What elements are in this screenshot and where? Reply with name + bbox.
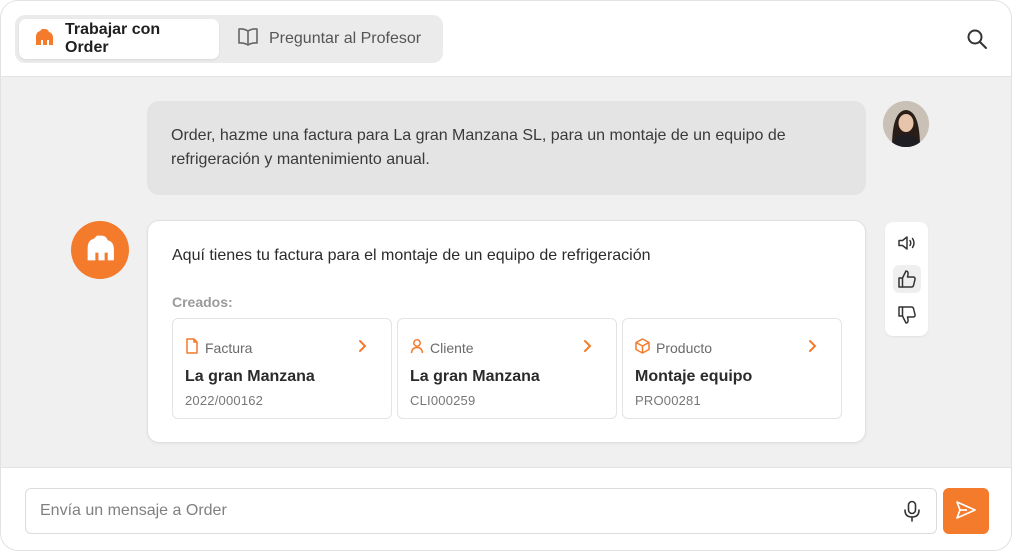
message-input[interactable] (25, 488, 937, 534)
item-code: CLI000259 (410, 393, 476, 408)
created-item-producto[interactable]: Producto Montaje equipo PRO00281 (622, 318, 842, 419)
tab-preguntar-al-profesor[interactable]: Preguntar al Profesor (223, 19, 435, 59)
thumbs-up-icon[interactable] (893, 265, 921, 293)
order-bot-avatar (71, 221, 129, 279)
book-icon (237, 27, 259, 52)
item-title: Montaje equipo (635, 368, 753, 385)
mode-tabs: Trabajar con Order Preguntar al Profesor (15, 15, 443, 63)
user-icon (410, 338, 424, 357)
top-bar: Trabajar con Order Preguntar al Profesor (1, 1, 1011, 77)
microphone-icon[interactable] (901, 500, 923, 522)
item-type: Cliente (410, 338, 474, 357)
item-title: La gran Manzana (410, 368, 540, 385)
created-item-factura[interactable]: Factura La gran Manzana 2022/000162 (172, 318, 392, 419)
user-avatar (883, 101, 929, 147)
created-label: Creados: (172, 294, 233, 310)
bot-message-text: Aquí tienes tu factura para el montaje d… (172, 247, 651, 264)
item-type: Factura (185, 338, 252, 357)
item-code: 2022/000162 (185, 393, 264, 408)
tab-trabajar-con-order[interactable]: Trabajar con Order (19, 19, 219, 59)
tab-label: Preguntar al Profesor (269, 30, 422, 47)
created-item-cliente[interactable]: Cliente La gran Manzana CLI000259 (397, 318, 617, 419)
thumbs-down-icon[interactable] (893, 301, 921, 329)
chevron-right-icon (807, 338, 819, 354)
speaker-icon[interactable] (893, 229, 921, 257)
chevron-right-icon (582, 338, 594, 354)
item-type-label: Cliente (430, 339, 474, 356)
item-title: La gran Manzana (185, 368, 315, 385)
box-icon (635, 338, 650, 357)
chevron-right-icon (357, 338, 369, 354)
send-icon (955, 500, 977, 523)
search-icon[interactable] (965, 27, 989, 51)
tab-label: Trabajar con Order (65, 21, 161, 56)
item-type-label: Factura (205, 339, 253, 356)
user-message-bubble: Order, hazme una factura para La gran Ma… (147, 101, 866, 195)
composer-bar (1, 467, 1011, 550)
item-type: Producto (635, 338, 712, 357)
gorilla-icon (83, 234, 117, 267)
app-frame: Trabajar con Order Preguntar al Profesor… (0, 0, 1012, 551)
item-code: PRO00281 (635, 393, 701, 408)
gorilla-icon (33, 28, 55, 51)
document-icon (185, 338, 199, 357)
message-actions (885, 222, 928, 336)
item-type-label: Producto (656, 339, 713, 356)
send-button[interactable] (943, 488, 989, 534)
bot-message-card: Aquí tienes tu factura para el montaje d… (147, 220, 866, 443)
